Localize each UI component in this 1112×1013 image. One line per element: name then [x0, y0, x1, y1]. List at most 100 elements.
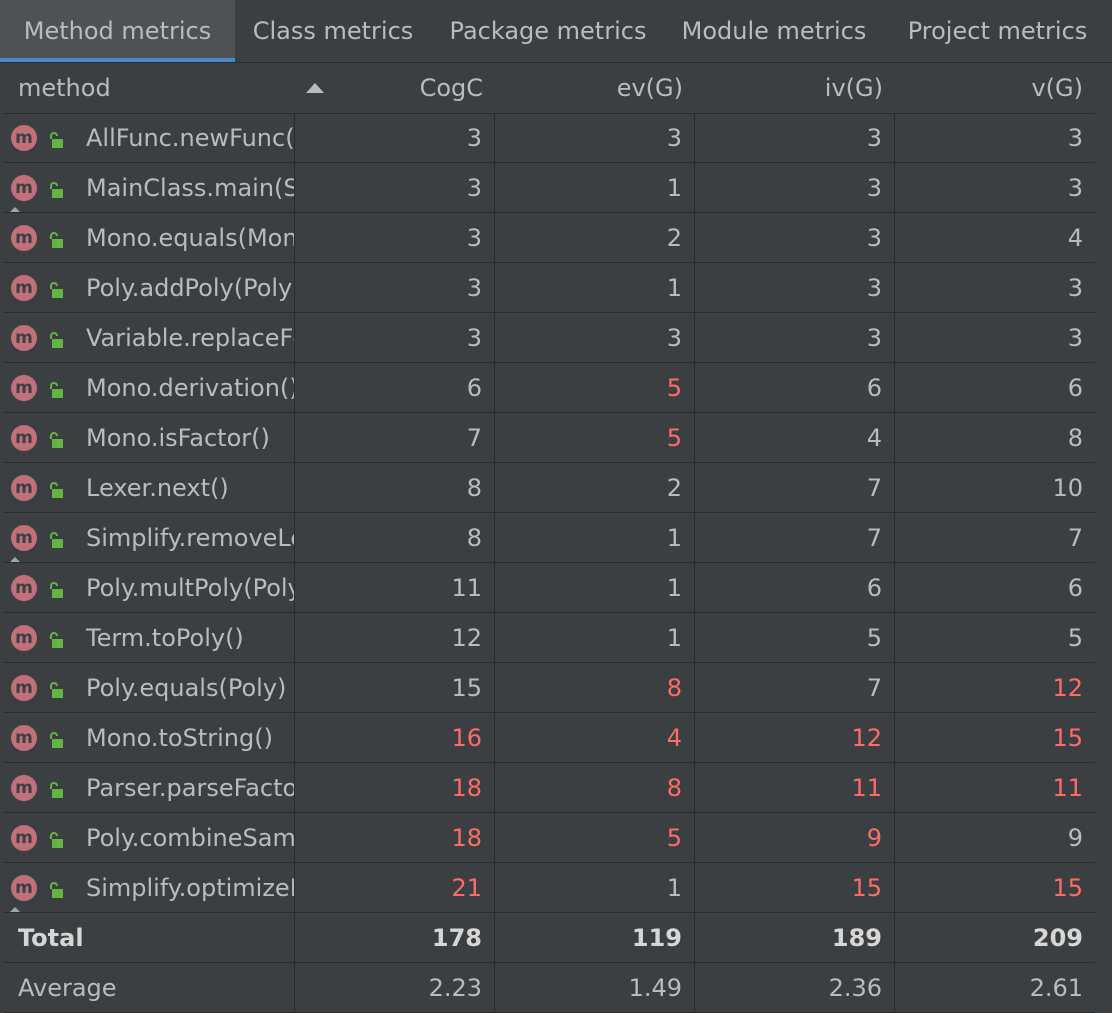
column-header-ivg[interactable]: iv(G) [695, 63, 895, 113]
metrics-tab-bar: Method metrics Class metrics Package met… [0, 0, 1112, 62]
table-row[interactable]: m Poly.addPoly(Poly) 3 1 3 3 [4, 263, 1095, 313]
evg-cell: 8 [495, 763, 695, 812]
method-name: Poly.equals(Poly) [86, 673, 287, 702]
vg-cell: 3 [1067, 173, 1083, 202]
vg-cell: 3 [1067, 323, 1083, 352]
total-row: Total 178 119 189 209 [4, 913, 1095, 963]
ivg-cell: 7 [695, 663, 895, 712]
table-row[interactable]: m Parser.parseFactor 18 8 11 11 [4, 763, 1095, 813]
evg-cell: 1 [495, 863, 695, 912]
method-m-icon: m [11, 125, 37, 151]
ivg-cell: 11 [695, 763, 895, 812]
method-m-icon: m [11, 825, 37, 851]
cogc-cell: 16 [295, 713, 495, 762]
evg-cell: 2 [495, 463, 695, 512]
evg-cell: 8 [495, 663, 695, 712]
method-cell: m Mono.isFactor() [4, 413, 295, 462]
method-name: Mono.derivation() [86, 373, 295, 402]
table-row[interactable]: m Poly.equals(Poly) 15 8 7 12 [4, 663, 1095, 713]
ivg-cell: 3 [695, 113, 895, 162]
table-row[interactable]: m Simplify.optimizeM 21 1 15 15 [4, 863, 1095, 913]
method-m-icon: m [11, 475, 37, 501]
public-lock-icon [46, 727, 64, 748]
tab-class-metrics[interactable]: Class metrics [235, 0, 431, 62]
method-m-icon: m [11, 725, 37, 751]
method-m-icon: m [11, 575, 37, 601]
column-header-cogc[interactable]: CogC [295, 63, 495, 113]
column-header-evg[interactable]: ev(G) [495, 63, 695, 113]
evg-cell: 3 [495, 313, 695, 362]
method-m-icon: m [11, 325, 37, 351]
table-row[interactable]: m Simplify.removeLe 8 1 7 7 [4, 513, 1095, 563]
ivg-cell: 3 [695, 163, 895, 212]
vg-cell: 12 [1052, 673, 1083, 702]
vg-cell: 10 [1052, 473, 1083, 502]
average-row: Average 2.23 1.49 2.36 2.61 [4, 963, 1095, 1013]
method-cell: m Variable.replaceFo [4, 313, 295, 362]
method-m-icon: m [11, 225, 37, 251]
method-name: Poly.multPoly(Poly [86, 573, 295, 602]
public-lock-icon [46, 177, 64, 198]
cogc-cell: 3 [295, 113, 495, 162]
cogc-cell: 18 [295, 813, 495, 862]
public-lock-icon [46, 677, 64, 698]
vg-cell: 6 [1067, 573, 1083, 602]
method-cell: m Poly.combineSame [4, 813, 295, 862]
table-row[interactable]: m Term.toPoly() 12 1 5 5 [4, 613, 1095, 663]
table-row[interactable]: m AllFunc.newFunc(S 3 3 3 3 [4, 113, 1095, 163]
method-cell: m Lexer.next() [4, 463, 295, 512]
table-row[interactable]: m Mono.equals(Mon 3 2 3 4 [4, 213, 1095, 263]
vg-cell: 9 [1067, 823, 1083, 852]
total-ivg-cell: 189 [695, 913, 895, 962]
evg-cell: 1 [495, 513, 695, 562]
table-row[interactable]: m Mono.derivation() 6 5 6 6 [4, 363, 1095, 413]
column-header-method[interactable]: method [4, 63, 295, 113]
average-cogc-cell: 2.23 [295, 963, 495, 1012]
ivg-cell: 7 [695, 463, 895, 512]
method-name: Mono.isFactor() [86, 423, 270, 452]
total-vg-cell: 209 [1032, 923, 1083, 952]
ivg-cell: 5 [695, 613, 895, 662]
table-row[interactable]: m Poly.combineSame 18 5 9 9 [4, 813, 1095, 863]
tab-project-metrics[interactable]: Project metrics [883, 0, 1112, 62]
table-row[interactable]: m Mono.toString() 16 4 12 15 [4, 713, 1095, 763]
method-m-icon: m [11, 425, 37, 451]
table-row[interactable]: m Mono.isFactor() 7 5 4 8 [4, 413, 1095, 463]
cogc-cell: 11 [295, 563, 495, 612]
average-evg-cell: 1.49 [495, 963, 695, 1012]
method-name: Mono.equals(Mon [86, 223, 295, 252]
table-row[interactable]: m MainClass.main(St 3 1 3 3 [4, 163, 1095, 213]
total-label: Total [4, 913, 295, 962]
evg-cell: 1 [495, 613, 695, 662]
average-ivg-cell: 2.36 [695, 963, 895, 1012]
static-marker-icon [10, 895, 20, 912]
evg-cell: 5 [495, 363, 695, 412]
tab-method-metrics[interactable]: Method metrics [0, 0, 235, 62]
method-cell: m Mono.toString() [4, 713, 295, 762]
method-name: MainClass.main(St [86, 173, 295, 202]
ivg-cell: 4 [695, 413, 895, 462]
cogc-cell: 7 [295, 413, 495, 462]
ivg-cell: 7 [695, 513, 895, 562]
method-cell: m Poly.equals(Poly) [4, 663, 295, 712]
tab-module-metrics[interactable]: Module metrics [665, 0, 883, 62]
public-lock-icon [46, 427, 64, 448]
vg-cell: 15 [1052, 723, 1083, 752]
method-name: Lexer.next() [86, 473, 229, 502]
method-m-icon: m [11, 625, 37, 651]
method-cell: m Mono.equals(Mon [4, 213, 295, 262]
public-lock-icon [46, 777, 64, 798]
table-row[interactable]: m Poly.multPoly(Poly 11 1 6 6 [4, 563, 1095, 613]
table-row[interactable]: m Lexer.next() 8 2 7 10 [4, 463, 1095, 513]
vg-cell: 3 [1067, 273, 1083, 302]
tab-package-metrics[interactable]: Package metrics [431, 0, 665, 62]
column-header-vg[interactable]: v(G) [895, 63, 1095, 113]
vg-cell: 3 [1067, 123, 1083, 152]
method-name: Simplify.removeLe [86, 523, 295, 552]
evg-cell: 1 [495, 263, 695, 312]
cogc-cell: 3 [295, 313, 495, 362]
evg-cell: 1 [495, 563, 695, 612]
cogc-cell: 3 [295, 163, 495, 212]
cogc-cell: 8 [295, 463, 495, 512]
table-row[interactable]: m Variable.replaceFo 3 3 3 3 [4, 313, 1095, 363]
